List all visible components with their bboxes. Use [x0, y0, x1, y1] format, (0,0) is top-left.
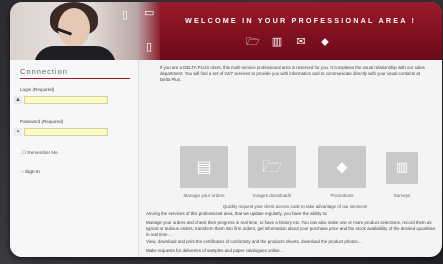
tablet-icon: ▯ [146, 40, 153, 53]
samples-paragraph: Make requests for deliveries of samples … [146, 248, 285, 253]
app-window: ▯ ▭ ▯ WELCOME IN YOUR PROFESSIONAL AREA … [10, 2, 442, 257]
login-label: Login (Required) [20, 87, 55, 92]
phone-icon: ▯ [122, 8, 129, 21]
manage-orders-tile[interactable]: ▤ [180, 146, 228, 188]
folder-icon[interactable]: 🗁 [246, 36, 260, 48]
images-downloads-label[interactable]: Images downloads [244, 193, 300, 198]
chart-icon[interactable]: ▥ [270, 36, 284, 48]
surveys-tile[interactable]: ▥ [386, 152, 418, 184]
intro-text: If you are a DELTA PLUS client, this mul… [160, 65, 425, 82]
manage-orders-label[interactable]: Manage your orders [176, 193, 232, 198]
login-input[interactable] [24, 96, 108, 104]
promotions-tile[interactable]: ⬥ [318, 146, 366, 188]
services-intro: Among the services of this professional … [146, 211, 328, 216]
promotions-label[interactable]: Promotions [314, 193, 370, 198]
orders-paragraph: Manage your orders and check their progr… [146, 220, 436, 237]
header-photo: ▯ ▭ ▯ [10, 2, 160, 66]
connection-sidebar: Connection Login (Required) ▲ Password (… [10, 60, 139, 257]
password-input[interactable] [24, 128, 108, 136]
monitor-icon: ▭ [144, 6, 155, 19]
main-content: If you are a DELTA PLUS client, this mul… [142, 60, 440, 257]
user-icon: ▲ [14, 96, 22, 104]
operator-face [58, 8, 90, 48]
certificates-paragraph: View, download and print the certificate… [146, 239, 362, 244]
tag-icon[interactable]: ⬥ [318, 36, 332, 48]
connection-title: Connection [20, 67, 68, 76]
access-code-link[interactable]: Quickly request your client access code … [160, 204, 430, 209]
surveys-label[interactable]: Surveys [378, 193, 426, 198]
remember-me-checkbox[interactable]: ☐ Remember Me [22, 150, 58, 156]
sign-in-link[interactable]: › Sign In [22, 170, 40, 175]
header-icon-bar: 🗁 ▥ ✉ ⬥ [246, 36, 332, 48]
mail-icon[interactable]: ✉ [294, 36, 308, 48]
title-underline [20, 78, 130, 79]
lock-icon: ▪ [14, 128, 22, 136]
header-banner: ▯ ▭ ▯ WELCOME IN YOUR PROFESSIONAL AREA … [10, 2, 442, 66]
images-downloads-tile[interactable]: 🗁 [248, 146, 296, 188]
password-label: Password (Required) [20, 119, 64, 124]
welcome-title: WELCOME IN YOUR PROFESSIONAL AREA ! [185, 16, 417, 25]
